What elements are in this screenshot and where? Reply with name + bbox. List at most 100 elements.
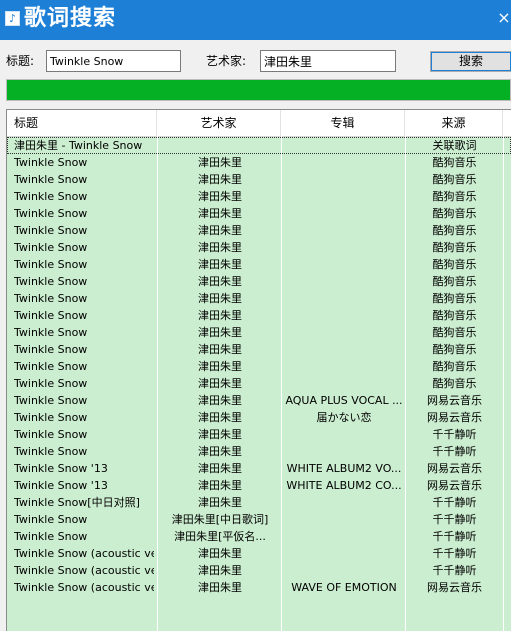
- result-row[interactable]: Twinkle Snow 津田朱里 千千静听: [7, 426, 511, 443]
- result-row[interactable]: Twinkle Snow 津田朱里 酷狗音乐: [7, 290, 511, 307]
- result-row[interactable]: Twinkle Snow (acoustic ve... 津田朱里 WAVE OF …: [7, 579, 511, 596]
- result-album-cell: [284, 171, 404, 188]
- result-row[interactable]: Twinkle Snow 津田朱里 酷狗音乐: [7, 375, 511, 392]
- result-title-cell: Twinkle Snow '13: [14, 479, 108, 492]
- result-title-cell: Twinkle Snow (acoustic ve...: [14, 547, 154, 560]
- result-source-cell: 酷狗音乐: [432, 173, 477, 186]
- result-row[interactable]: Twinkle Snow 津田朱里 酷狗音乐: [7, 324, 511, 341]
- result-artist-cell: 津田朱里: [198, 241, 242, 254]
- artist-input[interactable]: [260, 50, 396, 72]
- result-row[interactable]: Twinkle Snow '13 津田朱里 WHITE ALBUM2 VO... 网易…: [7, 460, 511, 477]
- result-artist-cell: 津田朱里: [198, 462, 242, 475]
- result-source-cell: 关联歌词: [432, 139, 477, 152]
- result-album-cell: WAVE OF EMOTION: [291, 581, 397, 594]
- result-row[interactable]: Twinkle Snow 津田朱里[中日歌词] 千千静听: [7, 511, 511, 528]
- result-row[interactable]: Twinkle Snow 津田朱里 酷狗音乐: [7, 205, 511, 222]
- search-button[interactable]: 搜索: [430, 51, 511, 72]
- result-source-cell: 千千静听: [432, 428, 477, 441]
- result-source-cell: 千千静听: [432, 530, 477, 543]
- result-row[interactable]: Twinkle Snow 津田朱里 酷狗音乐: [7, 307, 511, 324]
- result-row[interactable]: Twinkle Snow[中日对照] 津田朱里 千千静听: [7, 494, 511, 511]
- result-title-cell: Twinkle Snow: [14, 530, 88, 543]
- result-album-cell: [284, 188, 404, 205]
- result-album-cell: [284, 307, 404, 324]
- results-list[interactable]: 标题 艺术家 专辑 来源 津田朱里 - Twinkle Snow 关联歌词 Twin…: [6, 109, 511, 631]
- result-source-cell: 酷狗音乐: [432, 224, 477, 237]
- result-artist-cell: 津田朱里: [198, 224, 242, 237]
- result-row[interactable]: Twinkle Snow 津田朱里 酷狗音乐: [7, 341, 511, 358]
- app-icon: ♪: [5, 11, 20, 26]
- result-row[interactable]: Twinkle Snow 津田朱里 酷狗音乐: [7, 171, 511, 188]
- result-artist-cell: 津田朱里: [198, 394, 242, 407]
- result-artist-cell: 津田朱里: [198, 309, 242, 322]
- column-header-title[interactable]: 标题: [7, 110, 157, 136]
- result-row[interactable]: Twinkle Snow (acoustic ve... 津田朱里 千千静听: [7, 562, 511, 579]
- result-artist-cell: 津田朱里: [198, 156, 242, 169]
- result-row[interactable]: Twinkle Snow 津田朱里 酷狗音乐: [7, 273, 511, 290]
- result-artist-cell: 津田朱里: [198, 360, 242, 373]
- result-album-cell: 届かない恋: [316, 411, 372, 424]
- result-source-cell: 网易云音乐: [427, 462, 482, 475]
- result-artist-cell: 津田朱里: [198, 275, 242, 288]
- result-album-cell: [284, 494, 404, 511]
- result-artist-cell: 津田朱里: [198, 496, 242, 509]
- column-header-artist[interactable]: 艺术家: [157, 110, 281, 136]
- result-album-cell: [284, 443, 404, 460]
- result-album-cell: WHITE ALBUM2 CO...: [286, 479, 402, 492]
- artist-label: 艺术家:: [206, 54, 247, 68]
- result-album-cell: [284, 375, 404, 392]
- close-icon[interactable]: ×: [497, 8, 511, 30]
- result-source-cell: 酷狗音乐: [432, 207, 477, 220]
- result-artist-cell: 津田朱里: [198, 564, 242, 577]
- result-row[interactable]: Twinkle Snow 津田朱里 酷狗音乐: [7, 154, 511, 171]
- result-title-cell: Twinkle Snow: [14, 275, 88, 288]
- result-album-cell: [284, 426, 404, 443]
- result-artist-cell: 津田朱里: [198, 411, 242, 424]
- result-title-cell: Twinkle Snow: [14, 156, 88, 169]
- result-album-cell: [284, 528, 404, 545]
- result-source-cell: 酷狗音乐: [432, 258, 477, 271]
- result-artist-cell: 津田朱里: [198, 292, 242, 305]
- result-title-cell: Twinkle Snow: [14, 394, 88, 407]
- result-row[interactable]: Twinkle Snow 津田朱里 AQUA PLUS VOCAL ... 网易云音乐: [7, 392, 511, 409]
- result-title-cell: Twinkle Snow: [14, 207, 88, 220]
- result-row[interactable]: Twinkle Snow 津田朱里 酷狗音乐: [7, 358, 511, 375]
- result-title-cell: Twinkle Snow: [14, 258, 88, 271]
- result-title-cell: Twinkle Snow: [14, 445, 88, 458]
- title-bar[interactable]: ♪ 歌词搜索 ×: [0, 0, 511, 40]
- result-source-cell: 酷狗音乐: [432, 309, 477, 322]
- result-source-cell: 网易云音乐: [427, 479, 482, 492]
- title-label: 标题:: [6, 54, 35, 68]
- result-row[interactable]: Twinkle Snow '13 津田朱里 WHITE ALBUM2 CO... 网易…: [7, 477, 511, 494]
- result-source-cell: 酷狗音乐: [432, 275, 477, 288]
- result-album-cell: [284, 562, 404, 579]
- result-source-cell: 酷狗音乐: [432, 292, 477, 305]
- result-artist-cell: 津田朱里: [198, 479, 242, 492]
- result-source-cell: 千千静听: [432, 496, 477, 509]
- result-album-cell: WHITE ALBUM2 VO...: [286, 462, 402, 475]
- title-input[interactable]: [46, 50, 181, 72]
- result-album-cell: AQUA PLUS VOCAL ...: [285, 394, 403, 407]
- result-album-cell: [284, 239, 404, 256]
- column-header-album[interactable]: 专辑: [281, 110, 405, 136]
- result-row[interactable]: Twinkle Snow 津田朱里 酷狗音乐: [7, 256, 511, 273]
- result-row[interactable]: 津田朱里 - Twinkle Snow 关联歌词: [7, 137, 511, 154]
- result-source-cell: 酷狗音乐: [432, 343, 477, 356]
- result-artist-cell: 津田朱里: [198, 190, 242, 203]
- column-header-source[interactable]: 来源: [405, 110, 503, 136]
- result-row[interactable]: Twinkle Snow 津田朱里[平仮名... 千千静听: [7, 528, 511, 545]
- result-row[interactable]: Twinkle Snow 津田朱里 届かない恋 网易云音乐: [7, 409, 511, 426]
- result-title-cell: Twinkle Snow: [14, 292, 88, 305]
- result-album-cell: [284, 358, 404, 375]
- result-title-cell: Twinkle Snow: [14, 309, 88, 322]
- result-row[interactable]: Twinkle Snow (acoustic ve... 津田朱里 千千静听: [7, 545, 511, 562]
- result-source-cell: 酷狗音乐: [432, 360, 477, 373]
- result-row[interactable]: Twinkle Snow 津田朱里 酷狗音乐: [7, 188, 511, 205]
- result-source-cell: 酷狗音乐: [432, 377, 477, 390]
- result-row[interactable]: Twinkle Snow 津田朱里 酷狗音乐: [7, 222, 511, 239]
- result-row[interactable]: Twinkle Snow 津田朱里 酷狗音乐: [7, 239, 511, 256]
- results-header: 标题 艺术家 专辑 来源: [7, 110, 511, 137]
- result-row[interactable]: Twinkle Snow 津田朱里 千千静听: [7, 443, 511, 460]
- result-album-cell: [284, 137, 404, 154]
- result-source-cell: 千千静听: [432, 513, 477, 526]
